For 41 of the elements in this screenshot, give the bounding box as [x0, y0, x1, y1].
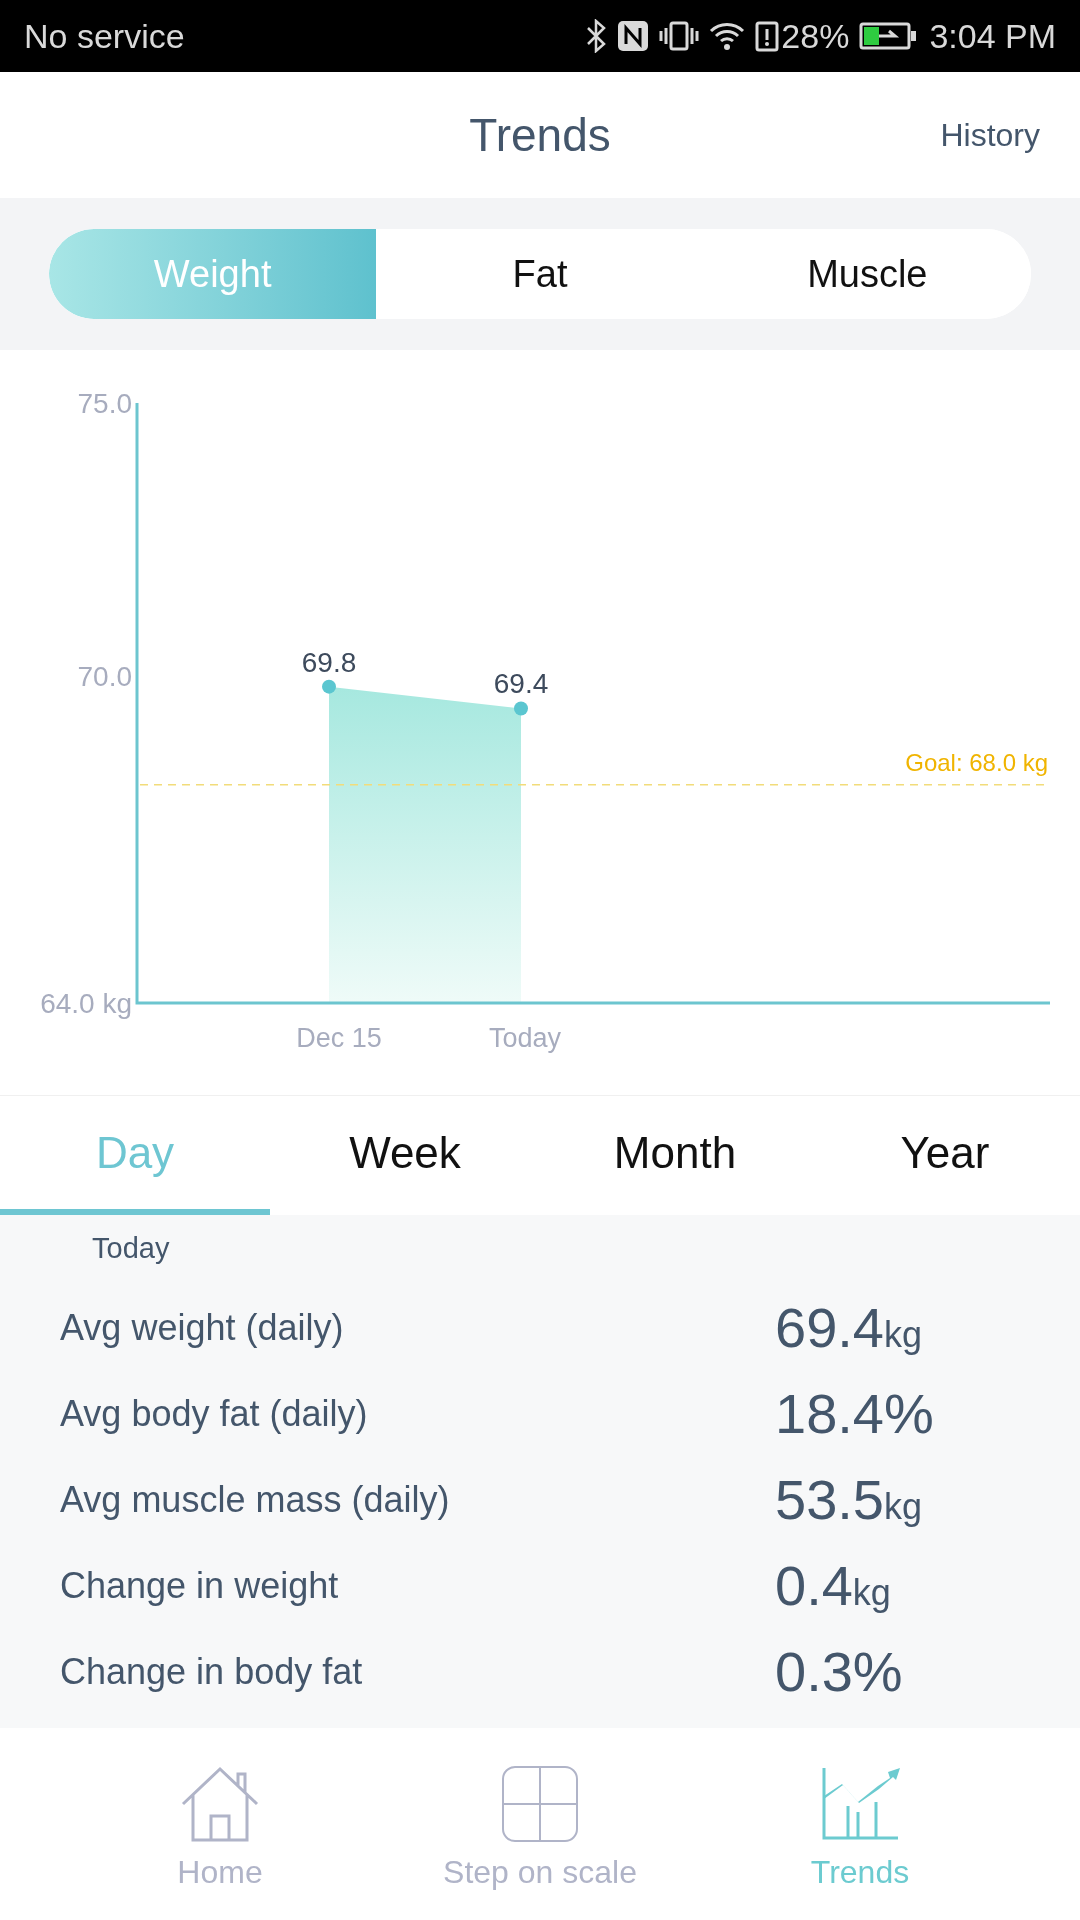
stat-label: Avg weight (daily): [60, 1305, 345, 1350]
stat-label: Change in body fat: [60, 1649, 364, 1694]
y-axis-label: 75.0: [77, 388, 132, 419]
data-label: 69.4: [493, 668, 549, 700]
wifi-icon: [709, 21, 746, 51]
vibrate-icon: [659, 20, 700, 52]
goal-label: Goal: 68.0 kg: [905, 748, 1048, 776]
stat-value: 0.3%: [775, 1638, 903, 1705]
period-label: Today: [92, 1231, 171, 1266]
stat-label: Avg body fat (daily): [60, 1391, 369, 1436]
scale-icon: [501, 1765, 579, 1843]
battery-percent-text: 28%: [781, 15, 850, 57]
trend-chart-icon: [820, 1766, 900, 1842]
data-point: [322, 679, 336, 694]
y-axis-label: 70.0: [77, 660, 132, 692]
battery-alert-icon: [755, 20, 780, 52]
stat-label: Change in weight: [60, 1563, 340, 1608]
data-point: [514, 701, 528, 716]
stat-value: 18.4%: [775, 1380, 934, 1447]
stat-value: 0.4: [775, 1552, 853, 1619]
carrier-text: No service: [24, 15, 185, 57]
period-tab[interactable]: Month: [540, 1096, 810, 1215]
bluetooth-icon: [585, 19, 608, 53]
stat-unit: kg: [852, 1570, 891, 1615]
house-icon: [181, 1766, 259, 1842]
screen-title: Trends: [469, 107, 611, 163]
x-axis-label: Dec 15: [296, 1023, 382, 1053]
nfc-icon: [617, 20, 650, 52]
stat-value: 53.5: [775, 1466, 884, 1533]
stat-value: 69.4: [775, 1294, 884, 1361]
battery-charging-icon: [859, 22, 918, 50]
period-tab[interactable]: Year: [810, 1096, 1080, 1215]
data-label: 69.8: [301, 646, 357, 678]
history-link[interactable]: History: [940, 111, 1040, 159]
y-axis-label: 64.0 kg: [40, 988, 132, 1019]
stat-unit: kg: [884, 1484, 923, 1529]
time-text: 3:04 PM: [929, 15, 1056, 57]
x-axis-label: Today: [488, 1023, 562, 1053]
stat-unit: kg: [884, 1312, 923, 1357]
period-tab[interactable]: Week: [270, 1096, 540, 1215]
stat-label: Avg muscle mass (daily): [60, 1477, 451, 1522]
